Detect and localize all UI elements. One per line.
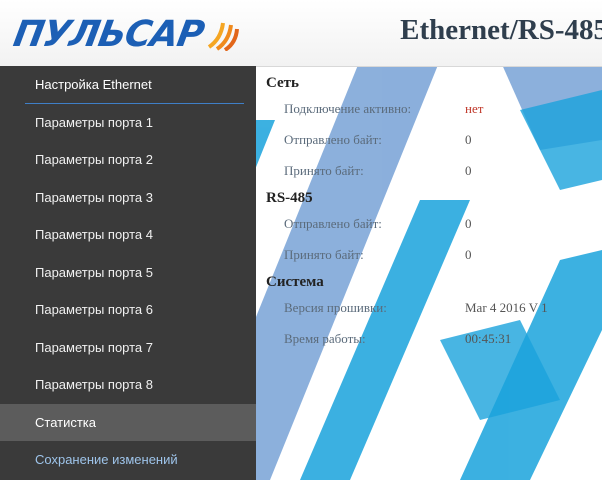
stat-label: Принято байт: [284,163,364,178]
sidebar-item-port-3[interactable]: Параметры порта 3 [0,179,256,217]
stat-value: 0 [465,132,472,147]
stat-label: Отправлено байт: [284,132,382,147]
stat-row-rs485-received: Принято байт: 0 [266,240,602,271]
stat-value-connection: нет [465,101,484,116]
stat-label: Время работы: [284,331,366,346]
stat-row-network-sent: Отправлено байт: 0 [266,125,602,156]
stat-label: Подключение активно: [284,101,412,116]
sidebar-item-port-2[interactable]: Параметры порта 2 [0,141,256,179]
stat-value-firmware: Mar 4 2016 V 1 [465,300,548,315]
section-title-rs485: RS-485 [266,190,313,206]
stat-row-connection: Подключение активно: нет [266,94,602,125]
sidebar-item-ethernet-settings[interactable]: Настройка Ethernet [0,66,256,104]
sidebar: Настройка Ethernet Параметры порта 1 Пар… [0,66,256,480]
stat-row-rs485-sent: Отправлено байт: 0 [266,209,602,240]
sidebar-item-save-changes[interactable]: Сохранение изменений [0,441,256,479]
sidebar-item-port-6[interactable]: Параметры порта 6 [0,291,256,329]
sidebar-item-port-8[interactable]: Параметры порта 8 [0,366,256,404]
stat-value: 0 [465,163,472,178]
header: ПУЛЬСАР Ethernet/RS-485 [0,0,602,67]
stat-value: 0 [465,247,472,262]
page-title: Ethernet/RS-485 [400,14,602,46]
stat-row-firmware: Версия прошивки: Mar 4 2016 V 1 [266,293,602,324]
stat-value-uptime: 00:45:31 [465,331,512,346]
sidebar-item-port-5[interactable]: Параметры порта 5 [0,254,256,292]
sidebar-item-statistics[interactable]: Статистка [0,403,256,441]
signal-waves-icon [207,22,239,51]
stat-row-uptime: Время работы: 00:45:31 [266,324,602,355]
stat-label: Отправлено байт: [284,216,382,231]
stat-value: 0 [465,216,472,231]
stat-label: Версия прошивки: [284,300,387,315]
logo: ПУЛЬСАР [10,8,239,60]
statistics-panel: Сеть Подключение активно: нет Отправлено… [266,72,602,355]
sidebar-item-port-4[interactable]: Параметры порта 4 [0,216,256,254]
stat-label: Принято байт: [284,247,364,262]
sidebar-item-port-1[interactable]: Параметры порта 1 [0,104,256,142]
stat-row-network-received: Принято байт: 0 [266,156,602,187]
sidebar-item-port-7[interactable]: Параметры порта 7 [0,329,256,367]
section-title-system: Система [266,274,324,290]
section-title-network: Сеть [266,75,299,91]
logo-text: ПУЛЬСАР [10,13,207,55]
